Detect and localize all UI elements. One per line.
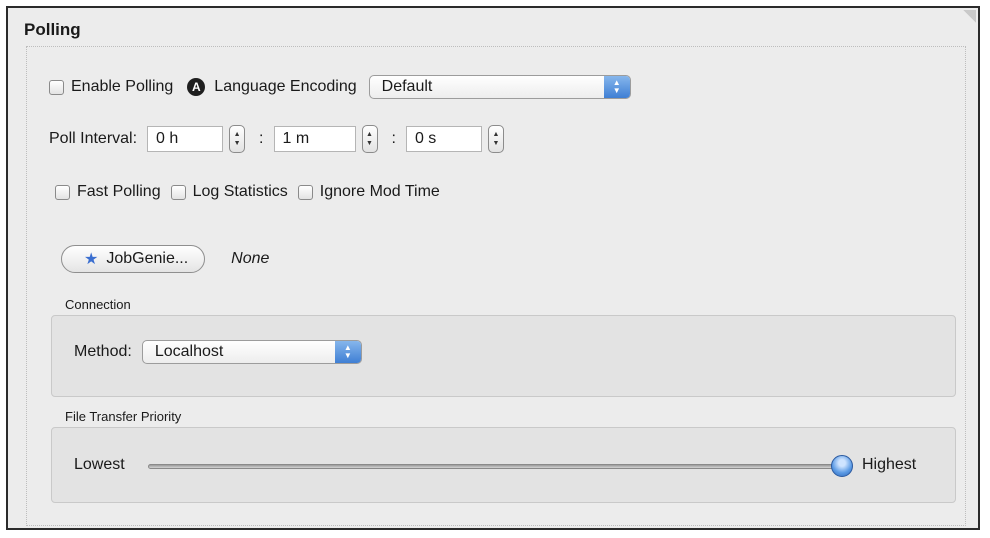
polling-panel: Polling Enable Polling A Language Encodi… [6,6,980,530]
seconds-field[interactable]: 0 s [405,126,482,152]
select-arrows-icon: ▲ ▼ [334,341,361,363]
minutes-stepper[interactable]: ▲ ▼ [361,125,378,153]
priority-group-label: File Transfer Priority [65,409,182,424]
stepper-up-icon[interactable]: ▲ [366,130,373,139]
stepper-down-icon[interactable]: ▼ [234,139,241,148]
options-row: Fast Polling Log Statistics Ignore Mod T… [55,183,450,201]
resize-corner [962,10,976,24]
method-label: Method: [74,343,132,360]
jobgenie-button-label: JobGenie... [106,250,189,267]
stepper-down-icon[interactable]: ▼ [366,139,373,148]
encoding-row: Enable Polling A Language Encoding Defau… [49,75,631,99]
checkbox-box[interactable] [55,184,70,200]
stepper-down-icon[interactable]: ▼ [492,139,499,148]
priority-slider-track[interactable] [148,464,842,469]
highest-label: Highest [862,456,917,473]
log-statistics-label: Log Statistics [192,183,288,200]
time-separator: : [391,130,396,147]
priority-slider-knob[interactable] [831,455,853,477]
fast-polling-checkbox[interactable]: Fast Polling [55,183,161,201]
checkbox-box[interactable] [49,79,64,95]
hours-stepper[interactable]: ▲ ▼ [229,125,246,153]
checkbox-box[interactable] [297,184,313,200]
jobgenie-button[interactable]: ★ JobGenie... [61,245,206,273]
connection-group-label: Connection [65,297,131,312]
star-icon: ★ [84,251,99,268]
hours-field[interactable]: 0 h [147,126,224,152]
select-arrows-icon: ▲ ▼ [603,76,630,98]
ignore-mod-time-checkbox[interactable]: Ignore Mod Time [297,183,440,201]
enable-polling-label: Enable Polling [71,78,174,95]
panel-title: Polling [24,20,81,39]
poll-interval-label: Poll Interval: [49,130,138,147]
stepper-up-icon[interactable]: ▲ [492,130,499,139]
jobgenie-row: ★ JobGenie... None [61,245,269,273]
method-select[interactable]: Localhost ▲ ▼ [141,340,362,364]
jobgenie-value: None [231,250,270,267]
connection-group: Method: Localhost ▲ ▼ [51,315,956,397]
accessibility-a-icon: A [187,78,206,96]
ignore-mod-time-label: Ignore Mod Time [319,183,440,200]
poll-interval-row: Poll Interval: 0 h ▲ ▼ : 1 m ▲ ▼ : 0 s ▲ ▼ [49,125,512,153]
log-statistics-checkbox[interactable]: Log Statistics [170,183,288,201]
method-selected-value: Localhost [154,343,224,360]
lowest-label: Lowest [74,456,125,473]
language-encoding-label: Language Encoding [214,78,357,95]
checkbox-box[interactable] [170,184,186,200]
time-separator: : [259,130,264,147]
encoding-selected-value: Default [381,78,433,95]
priority-group: Lowest Highest [51,427,956,503]
stepper-up-icon[interactable]: ▲ [234,130,241,139]
polling-group: Enable Polling A Language Encoding Defau… [26,46,966,526]
enable-polling-checkbox[interactable]: Enable Polling [49,78,173,96]
method-row: Method: Localhost ▲ ▼ [74,340,362,364]
minutes-field[interactable]: 1 m [273,126,356,152]
language-encoding-select[interactable]: Default ▲ ▼ [368,75,631,99]
fast-polling-label: Fast Polling [77,183,161,200]
seconds-stepper[interactable]: ▲ ▼ [487,125,504,153]
